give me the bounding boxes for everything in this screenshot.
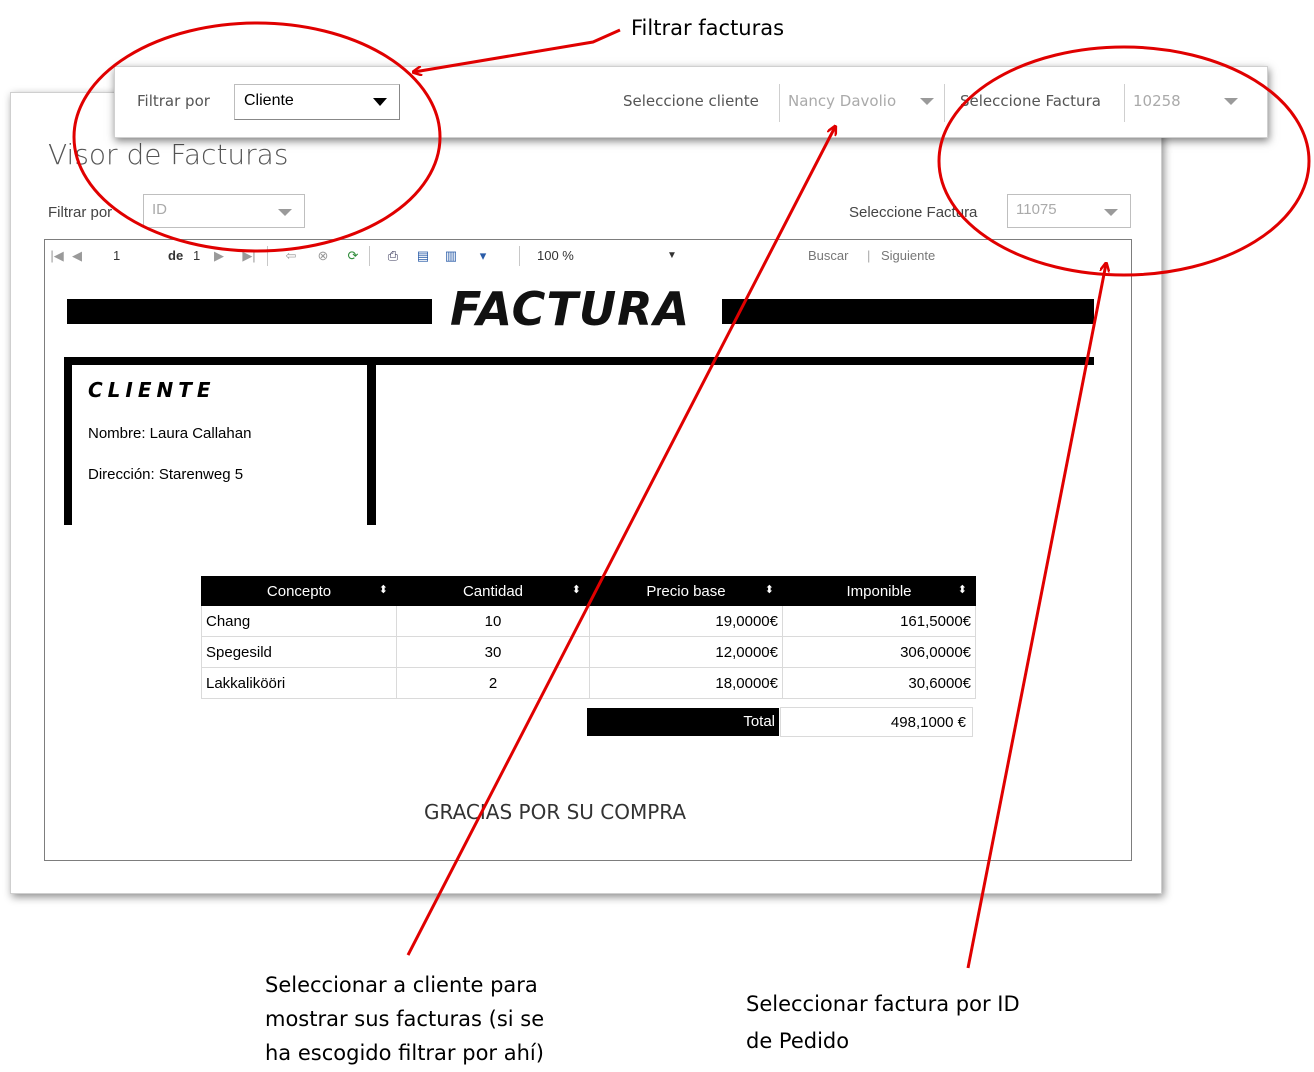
- filter-arrow: [414, 28, 621, 72]
- client-arrow: [406, 127, 835, 956]
- annotation-overlay: [72, 21, 1311, 969]
- annotation-filter: Filtrar facturas: [631, 16, 785, 40]
- invoice-arrow: [966, 264, 1106, 969]
- annotation-client-line1: Seleccionar a cliente para: [265, 973, 538, 997]
- annotation-invoice-line1: Seleccionar factura por ID: [746, 992, 1020, 1016]
- annotation-invoice-line2: de Pedido: [746, 1029, 850, 1053]
- annotation-client-line3: ha escogido filtrar por ahí): [265, 1041, 544, 1065]
- annotation-client-line2: mostrar sus facturas (si se: [265, 1007, 545, 1031]
- filter-highlight-ellipse: [72, 21, 442, 253]
- invoice-highlight-ellipse: [937, 45, 1311, 277]
